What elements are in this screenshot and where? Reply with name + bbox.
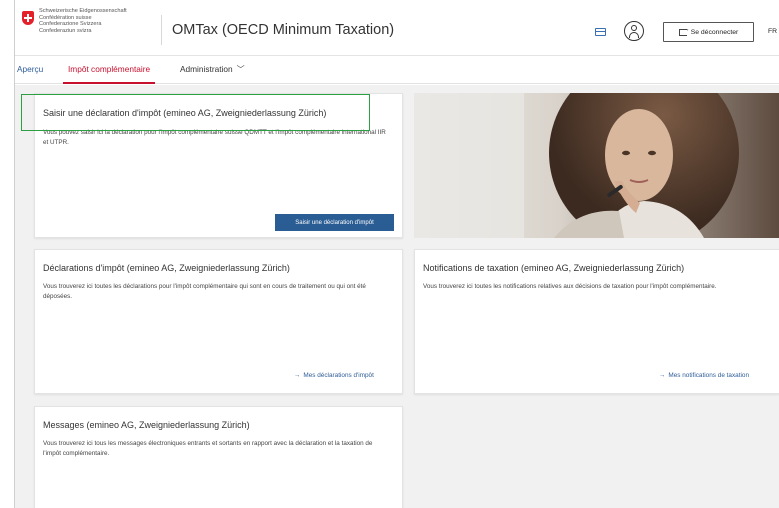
link-label: Mes déclarations d'impôt bbox=[303, 372, 374, 379]
card-declarations: Déclarations d'impôt (emineo AG, Zweigni… bbox=[34, 249, 403, 394]
main-nav: Aperçu Impôt complémentaire Administrati… bbox=[15, 57, 779, 84]
submit-declaration-button[interactable]: Saisir une déclaration d'impôt bbox=[275, 214, 394, 231]
tab-administration[interactable]: Administration ﹀ bbox=[180, 57, 245, 84]
logout-icon bbox=[678, 26, 690, 36]
link-label: Mes notifications de taxation bbox=[668, 372, 750, 379]
card-description: Vous trouverez ici toutes les déclaratio… bbox=[43, 283, 366, 301]
user-body-shape bbox=[628, 31, 639, 38]
my-notifications-link[interactable]: → Mes notifications de taxation bbox=[659, 372, 749, 379]
logout-label: Se déconnecter bbox=[690, 28, 739, 36]
tab-label: Aperçu bbox=[17, 64, 44, 74]
card-title: Déclarations d'impôt (emineo AG, Zweigni… bbox=[43, 263, 290, 273]
app-window: Schweizerische Eidgenossenschaft Confédé… bbox=[14, 0, 779, 508]
language-selector[interactable]: FR﹀ bbox=[768, 26, 779, 36]
card-title: Notifications de taxation (emineo AG, Zw… bbox=[423, 263, 685, 273]
header: Schweizerische Eidgenossenschaft Confédé… bbox=[15, 0, 779, 56]
my-declarations-link[interactable]: → Mes déclarations d'impôt bbox=[294, 372, 374, 379]
swiss-cross-logo-icon bbox=[22, 11, 34, 25]
language-label: FR bbox=[768, 28, 778, 35]
chevron-down-icon: ﹀ bbox=[236, 65, 245, 74]
arrow-right-icon: → bbox=[294, 372, 301, 379]
tab-label: Administration bbox=[180, 64, 233, 74]
logout-button[interactable]: Se déconnecter bbox=[663, 22, 754, 42]
user-profile-icon[interactable] bbox=[624, 21, 644, 41]
card-description: Vous trouverez ici toutes les notificati… bbox=[423, 283, 717, 290]
card-description: Vous trouverez ici tous les messages éle… bbox=[43, 440, 373, 458]
card-messages: Messages (emineo AG, Zweigniederlassung … bbox=[34, 406, 403, 508]
user-head-shape bbox=[630, 24, 637, 31]
header-divider bbox=[161, 15, 162, 45]
confederation-wordmark: Schweizerische Eidgenossenschaft Confédé… bbox=[39, 8, 159, 34]
confederation-line: Confederaziun svizra bbox=[39, 27, 92, 34]
mail-icon[interactable] bbox=[595, 28, 606, 36]
woman-photo bbox=[414, 93, 779, 238]
card-title: Messages (emineo AG, Zweigniederlassung … bbox=[43, 420, 250, 430]
tab-impot-complementaire[interactable]: Impôt complémentaire bbox=[63, 57, 156, 84]
card-description: Vous pouvez saisir ici la déclaration po… bbox=[43, 129, 386, 147]
app-title: OMTax (OECD Minimum Taxation) bbox=[172, 22, 395, 38]
dashboard-content: Saisir une déclaration d'impôt (emineo A… bbox=[15, 85, 779, 508]
tab-label: Impôt complémentaire bbox=[68, 64, 151, 74]
woman-photo-illustration bbox=[414, 93, 779, 238]
selection-highlight bbox=[21, 94, 370, 131]
tab-apercu[interactable]: Aperçu bbox=[17, 57, 43, 84]
card-notifications: Notifications de taxation (emineo AG, Zw… bbox=[414, 249, 779, 394]
arrow-right-icon: → bbox=[659, 372, 666, 379]
